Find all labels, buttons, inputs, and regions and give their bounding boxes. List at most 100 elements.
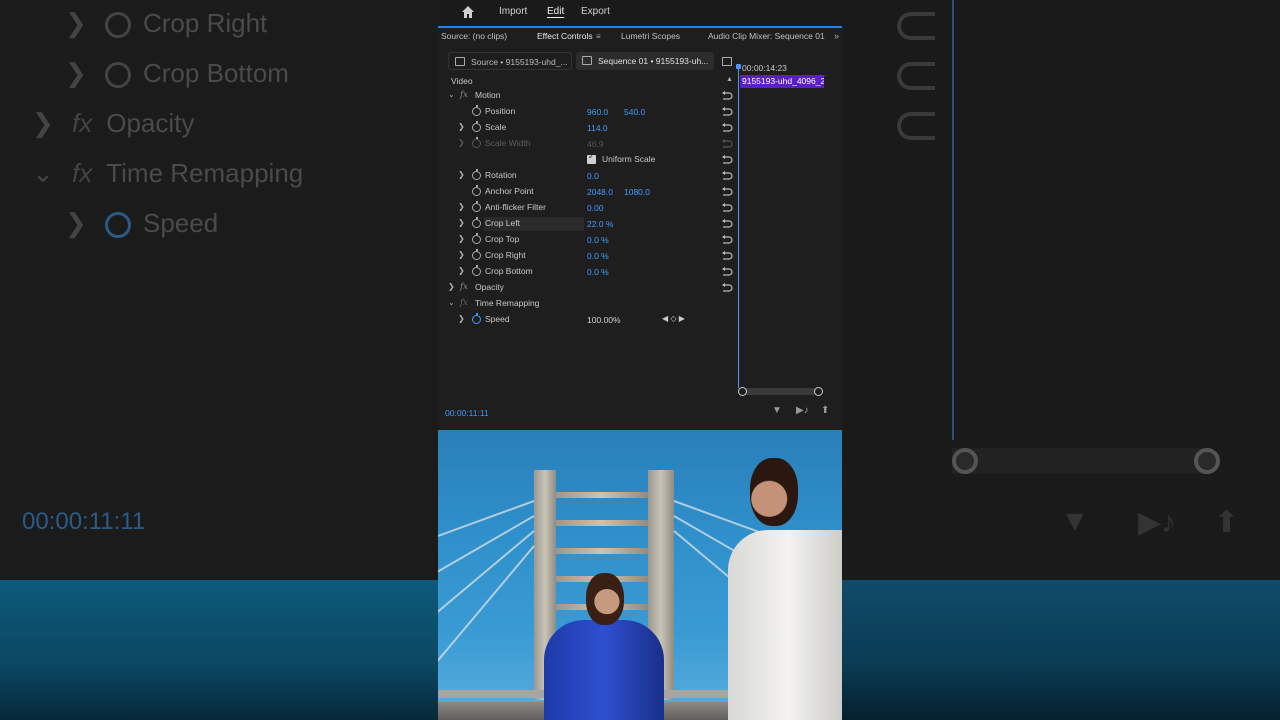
export-frame-icon[interactable]: ⬆ <box>821 405 829 416</box>
reset-icon[interactable] <box>721 235 733 245</box>
row-opacity[interactable]: ❯ fx Opacity <box>446 280 731 296</box>
reset-icon[interactable] <box>721 203 733 213</box>
chevron-right-icon[interactable]: ❯ <box>458 234 465 243</box>
crop-right-value[interactable]: 0.0 % <box>587 251 609 261</box>
scroll-knob-left[interactable] <box>738 387 747 396</box>
row-speed[interactable]: ❯ Speed 100.00% ◀ ◇ ▶ <box>446 312 731 328</box>
audio-loop-icon[interactable]: ▶♪ <box>796 405 809 416</box>
row-rotation[interactable]: ❯ Rotation 0.0 <box>446 168 731 184</box>
chevron-right-icon[interactable]: ❯ <box>458 202 465 211</box>
row-position[interactable]: Position 960.0 540.0 <box>446 104 731 120</box>
timeline-scrollbar[interactable] <box>742 388 820 395</box>
stopwatch-icon[interactable] <box>472 185 481 196</box>
subtab-sequence[interactable]: Sequence 01 • 9155193-uh... <box>576 52 714 70</box>
property-label: Anti-flicker Filter <box>485 202 546 212</box>
crop-top-value[interactable]: 0.0 % <box>587 235 609 245</box>
chevron-down-icon[interactable]: ⌄ <box>448 298 455 307</box>
stopwatch-icon[interactable] <box>472 105 481 116</box>
row-uniform-scale[interactable]: Uniform Scale <box>446 152 731 168</box>
filter-icon[interactable]: ▼ <box>772 405 782 416</box>
chevron-right-icon[interactable]: ❯ <box>458 250 465 259</box>
subtab-source[interactable]: Source • 9155193-uhd_... <box>448 52 572 70</box>
chevron-right-icon[interactable]: ❯ <box>458 170 465 179</box>
stopwatch-icon[interactable] <box>472 233 481 244</box>
top-menu-bar: Import Edit Export <box>438 0 842 26</box>
row-scale[interactable]: ❯ Scale 114.0 <box>446 120 731 136</box>
row-crop-top[interactable]: ❯ Crop Top 0.0 % <box>446 232 731 248</box>
reset-icon[interactable] <box>721 123 733 133</box>
background-photo <box>0 580 438 720</box>
speed-value[interactable]: 100.00% <box>587 315 621 325</box>
row-crop-right[interactable]: ❯ Crop Right 0.0 % <box>446 248 731 264</box>
scale-value[interactable]: 114.0 <box>587 123 608 133</box>
crop-bottom-value[interactable]: 0.0 % <box>587 267 609 277</box>
anti-flicker-value[interactable]: 0.00 <box>587 203 604 213</box>
bridge-cable <box>438 500 535 540</box>
row-motion[interactable]: ⌄ fx Motion <box>446 88 731 104</box>
more-tabs-icon[interactable]: » <box>834 31 839 41</box>
panel-layout-icon[interactable] <box>722 57 732 66</box>
menu-edit[interactable]: Edit <box>547 6 564 17</box>
row-crop-bottom[interactable]: ❯ Crop Bottom 0.0 % <box>446 264 731 280</box>
woman-head <box>586 573 624 625</box>
fx-icon[interactable]: fx <box>460 282 468 292</box>
keyframe-navigator[interactable]: ◀ ◇ ▶ <box>662 314 685 323</box>
row-crop-left[interactable]: ❯ Crop Left 22.0 % <box>446 216 731 232</box>
reset-icon[interactable] <box>721 91 733 101</box>
property-label: Time Remapping <box>475 298 540 308</box>
menu-import[interactable]: Import <box>499 6 527 17</box>
tab-lumetri-scopes[interactable]: Lumetri Scopes <box>621 31 680 41</box>
timeline-clip[interactable]: 9155193-uhd_4096_2 <box>740 75 824 88</box>
current-timecode[interactable]: 00:00:11:11 <box>445 408 489 418</box>
stopwatch-icon[interactable] <box>472 217 481 228</box>
background-row: ⌄ fx Time Remapping <box>32 158 304 188</box>
reset-icon[interactable] <box>721 107 733 117</box>
chevron-right-icon[interactable]: ❯ <box>458 266 465 275</box>
bridge-cable <box>438 515 535 577</box>
tab-audio-clip-mixer[interactable]: Audio Clip Mixer: Sequence 01 <box>708 31 825 41</box>
anchor-x-value[interactable]: 2048.0 <box>587 187 613 197</box>
reset-icon[interactable] <box>721 187 733 197</box>
home-icon[interactable] <box>461 5 475 19</box>
bridge-beam <box>556 520 648 526</box>
row-anchor-point[interactable]: Anchor Point 2048.0 1080.0 <box>446 184 731 200</box>
row-anti-flicker[interactable]: ❯ Anti-flicker Filter 0.00 <box>446 200 731 216</box>
menu-export[interactable]: Export <box>581 6 610 17</box>
playhead-handle[interactable] <box>736 64 741 69</box>
reset-icon[interactable] <box>721 171 733 181</box>
reset-icon[interactable] <box>721 267 733 277</box>
chevron-down-icon[interactable]: ⌄ <box>448 90 455 99</box>
position-y-value[interactable]: 540.0 <box>624 107 645 117</box>
property-label: Crop Bottom <box>485 266 533 276</box>
row-scale-width: ❯ Scale Width 46.9 <box>446 136 731 152</box>
scroll-knob-right[interactable] <box>814 387 823 396</box>
row-time-remapping[interactable]: ⌄ fx Time Remapping <box>446 296 731 312</box>
rotation-value[interactable]: 0.0 <box>587 171 599 181</box>
effect-timeline[interactable]: 00:00:14:23 9155193-uhd_4096_2 <box>736 58 842 398</box>
reset-icon[interactable] <box>721 219 733 229</box>
chevron-right-icon[interactable]: ❯ <box>458 122 465 131</box>
playhead[interactable] <box>738 66 739 388</box>
reset-icon[interactable] <box>721 283 733 293</box>
anchor-y-value[interactable]: 1080.0 <box>624 187 650 197</box>
panel-menu-icon[interactable]: ≡ <box>596 32 601 41</box>
uniform-scale-checkbox[interactable] <box>587 152 596 164</box>
stopwatch-icon[interactable] <box>472 313 481 324</box>
fx-icon[interactable]: fx <box>460 90 468 100</box>
reset-icon[interactable] <box>721 155 733 165</box>
background-row: ❯ Crop Bottom <box>65 58 289 89</box>
stopwatch-icon[interactable] <box>472 265 481 276</box>
chevron-right-icon[interactable]: ❯ <box>458 218 465 227</box>
stopwatch-icon[interactable] <box>472 201 481 212</box>
position-x-value[interactable]: 960.0 <box>587 107 608 117</box>
crop-left-value[interactable]: 22.0 % <box>587 219 613 229</box>
stopwatch-icon[interactable] <box>472 169 481 180</box>
tab-source[interactable]: Source: (no clips) <box>441 31 507 41</box>
chevron-right-icon[interactable]: ❯ <box>458 314 465 323</box>
stopwatch-icon[interactable] <box>472 121 481 132</box>
reset-icon[interactable] <box>721 251 733 261</box>
stopwatch-icon[interactable] <box>472 249 481 260</box>
man-head <box>750 458 798 526</box>
tab-effect-controls[interactable]: Effect Controls <box>537 31 593 41</box>
chevron-right-icon[interactable]: ❯ <box>448 282 455 291</box>
